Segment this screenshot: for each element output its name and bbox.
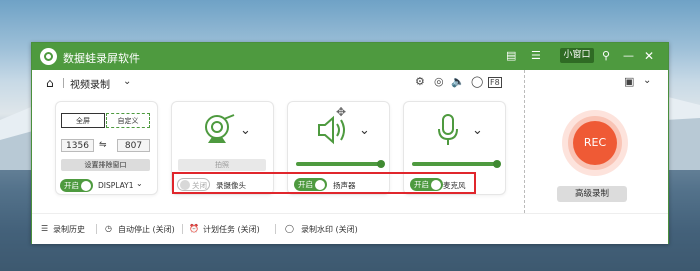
divider xyxy=(63,78,64,88)
mode-bar: ⌂ 视频录制 ⌄ ⚙ ◎ 🔈 ◯ F8 ▣ ⌄ xyxy=(32,70,668,94)
schedule-link[interactable]: 计划任务 (关闭) xyxy=(203,224,260,235)
auto-stop-link[interactable]: 自动停止 (关闭) xyxy=(118,224,175,235)
watermark-icon[interactable]: ◯ xyxy=(285,224,294,233)
close-icon[interactable]: ✕ xyxy=(644,49,654,63)
divider xyxy=(275,224,276,234)
cursor-effect-icon[interactable]: ◎ xyxy=(434,75,444,88)
highlight-box xyxy=(172,172,476,194)
divider xyxy=(96,224,97,234)
microphone-icon xyxy=(438,114,458,145)
snapshot-chevron-down-icon[interactable]: ⌄ xyxy=(643,75,651,86)
screen-toggle-label: 开启 xyxy=(64,181,79,190)
width-input[interactable]: 1356 xyxy=(61,139,94,152)
watermark-link[interactable]: 录制水印 (关闭) xyxy=(301,224,358,235)
speaker-volume-slider[interactable] xyxy=(296,159,385,168)
display-chevron-down-icon[interactable]: ⌄ xyxy=(136,179,143,188)
history-icon[interactable]: ☰ xyxy=(41,224,48,233)
toggle-knob xyxy=(81,180,91,191)
chat-icon[interactable]: ▤ xyxy=(506,49,516,63)
sound-icon[interactable]: 🔈 xyxy=(451,75,465,88)
rec-button[interactable]: REC xyxy=(573,121,617,165)
rec-ring: REC xyxy=(562,110,628,176)
mode-title[interactable]: 视频录制 xyxy=(70,76,110,91)
app-logo-icon xyxy=(40,48,57,65)
link-icon[interactable]: ⇋ xyxy=(99,140,107,150)
mic-chevron-down-icon[interactable]: ⌄ xyxy=(472,123,483,138)
slider-thumb[interactable] xyxy=(377,159,385,168)
clock-icon[interactable]: ◷ xyxy=(105,224,112,233)
home-icon[interactable]: ⌂ xyxy=(46,76,54,90)
advanced-record-button[interactable]: 高级录制 xyxy=(557,186,627,202)
snapshot-button[interactable]: 拍照 xyxy=(178,159,266,171)
divider xyxy=(182,224,183,234)
camera-chevron-down-icon[interactable]: ⌄ xyxy=(240,123,251,138)
height-input[interactable]: 807 xyxy=(117,139,150,152)
display-select[interactable]: DISPLAY1 xyxy=(98,181,134,190)
pin-icon[interactable]: ⚲ xyxy=(602,49,610,63)
move-cursor-icon: ✥ xyxy=(336,105,347,119)
alarm-icon[interactable]: ⏰ xyxy=(189,224,199,233)
custom-region-button[interactable]: 自定义 xyxy=(106,113,150,128)
snapshot-label: 拍照 xyxy=(215,161,229,169)
rec-ring-inner: REC xyxy=(568,116,622,170)
settings-icon[interactable]: ⚙ xyxy=(415,75,425,88)
history-link[interactable]: 录制历史 xyxy=(53,224,85,235)
bottom-bar: ☰ 录制历史 ◷ 自动停止 (关闭) ⏰ 计划任务 (关闭) ◯ 录制水印 (关… xyxy=(32,213,668,244)
screen-toggle[interactable]: 开启 xyxy=(60,179,93,192)
exclude-window-button[interactable]: 设置排除窗口 xyxy=(61,159,150,171)
minimize-icon[interactable]: — xyxy=(623,49,634,63)
title-bar: 数据蛙录屏软件 ▤ ☰ 小窗口 ⚲ — ✕ xyxy=(32,43,668,70)
mic-volume-slider[interactable] xyxy=(412,159,501,168)
divider xyxy=(524,70,525,213)
hotkey-icon[interactable]: F8 xyxy=(488,77,502,88)
mouse-icon[interactable]: ◯ xyxy=(471,75,483,88)
menu-icon[interactable]: ☰ xyxy=(531,49,541,63)
chevron-down-icon[interactable]: ⌄ xyxy=(123,76,131,87)
webcam-icon xyxy=(205,114,235,143)
small-window-button[interactable]: 小窗口 xyxy=(560,48,594,63)
app-title: 数据蛙录屏软件 xyxy=(63,52,140,65)
slider-thumb[interactable] xyxy=(493,159,501,168)
speaker-icon xyxy=(318,115,345,145)
fullscreen-button[interactable]: 全屏 xyxy=(61,113,105,128)
speaker-chevron-down-icon[interactable]: ⌄ xyxy=(359,123,370,138)
app-window: 数据蛙录屏软件 ▤ ☰ 小窗口 ⚲ — ✕ ⌂ 视频录制 ⌄ ⚙ ◎ 🔈 ◯ F… xyxy=(31,42,669,244)
camera-snapshot-icon[interactable]: ▣ xyxy=(624,75,634,88)
